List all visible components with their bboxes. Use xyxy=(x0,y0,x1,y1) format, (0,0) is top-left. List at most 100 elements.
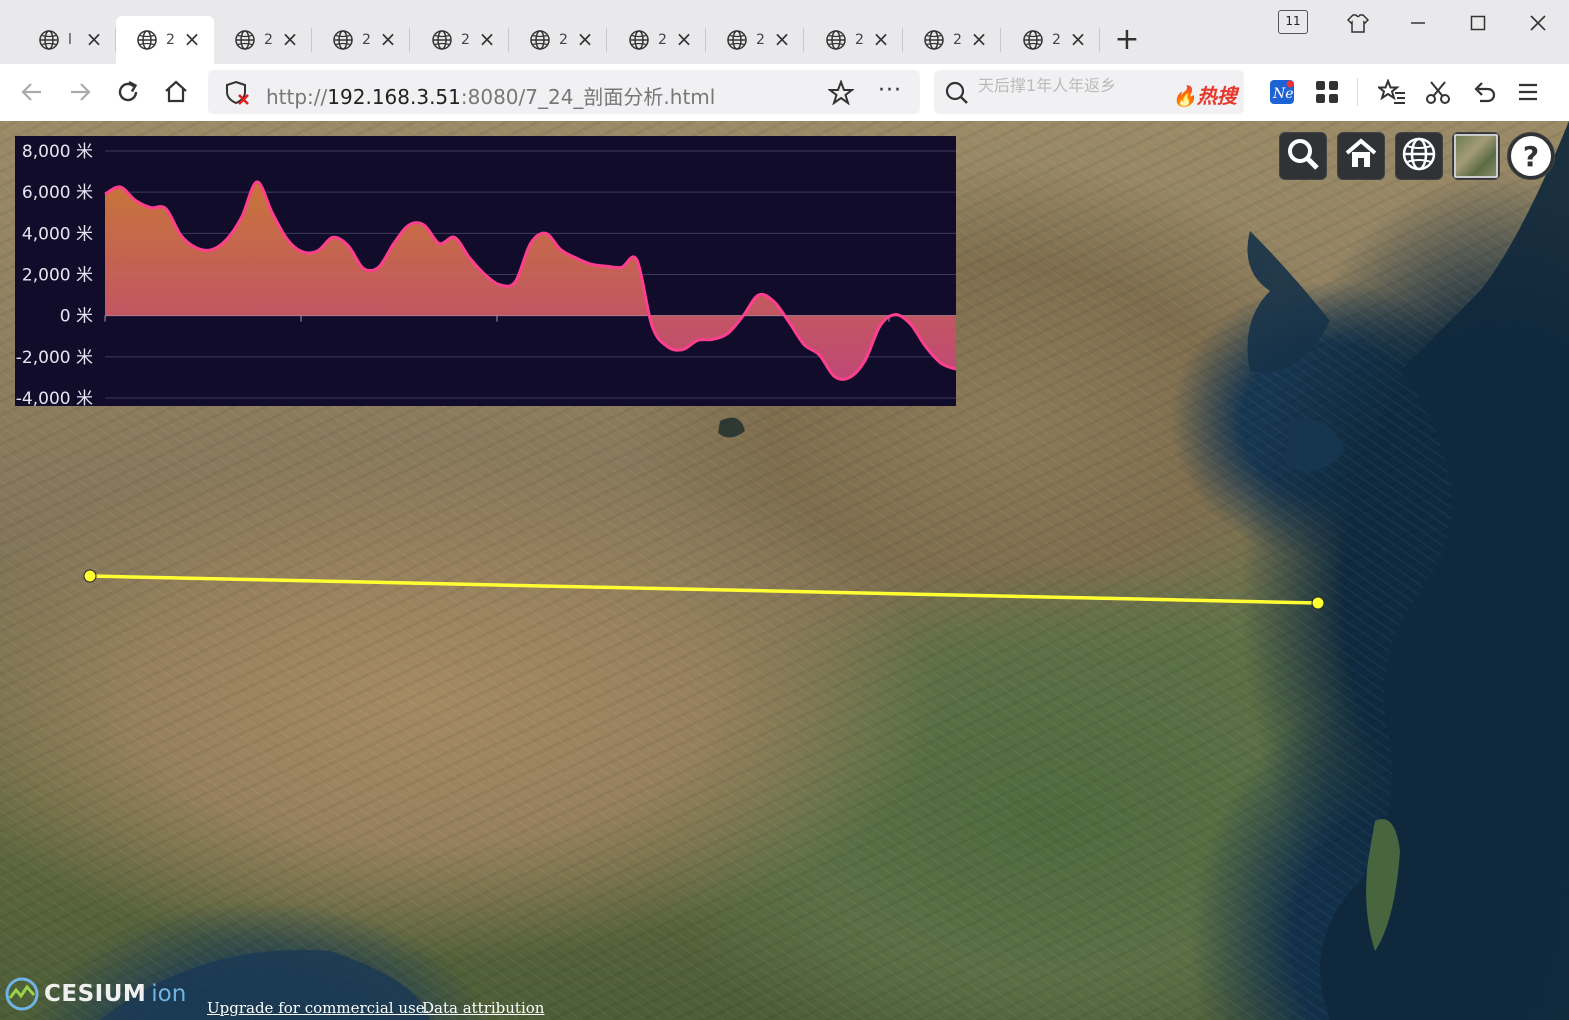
screenshot-scissors-icon[interactable] xyxy=(1422,76,1454,108)
elevation-point[interactable] xyxy=(878,324,882,328)
elevation-point[interactable] xyxy=(756,293,760,297)
elevation-point[interactable] xyxy=(437,242,441,246)
home-view-button[interactable] xyxy=(1337,132,1385,180)
elevation-point[interactable] xyxy=(863,359,867,363)
elevation-point[interactable] xyxy=(118,185,122,189)
elevation-point[interactable] xyxy=(179,233,183,237)
elevation-point[interactable] xyxy=(407,223,411,227)
elevation-point[interactable] xyxy=(544,231,548,235)
url-text[interactable]: http://192.168.3.51:8080/7_24_剖面分析.html xyxy=(266,81,715,110)
skin-icon[interactable] xyxy=(1342,8,1374,38)
elevation-point[interactable] xyxy=(802,343,806,347)
elevation-point[interactable] xyxy=(240,215,244,219)
elevation-point[interactable] xyxy=(209,248,213,252)
elevation-point[interactable] xyxy=(711,337,715,341)
elevation-point[interactable] xyxy=(924,345,928,349)
close-tab-icon[interactable]: × xyxy=(674,29,694,49)
close-tab-icon[interactable]: × xyxy=(969,29,989,49)
close-tab-icon[interactable]: × xyxy=(772,29,792,49)
back-button[interactable] xyxy=(16,76,48,108)
browser-tab[interactable]: 2 × xyxy=(608,16,706,64)
elevation-point[interactable] xyxy=(939,361,943,365)
browser-tab[interactable]: l × xyxy=(18,16,116,64)
profile-end-point[interactable] xyxy=(1311,596,1325,610)
elevation-point[interactable] xyxy=(848,375,852,379)
elevation-point[interactable] xyxy=(453,235,457,239)
close-window-icon[interactable] xyxy=(1522,8,1554,38)
elevation-point[interactable] xyxy=(681,348,685,352)
elevation-point[interactable] xyxy=(392,242,396,246)
elevation-point[interactable] xyxy=(316,249,320,253)
browser-tab[interactable]: 2 × xyxy=(706,16,804,64)
apps-grid-icon[interactable] xyxy=(1311,76,1343,108)
close-tab-icon[interactable]: × xyxy=(378,29,398,49)
minimize-icon[interactable] xyxy=(1402,8,1434,38)
elevation-point[interactable] xyxy=(149,206,153,210)
reload-button[interactable] xyxy=(112,76,144,108)
browser-tab[interactable]: 2 × xyxy=(411,16,509,64)
elevation-point[interactable] xyxy=(483,273,487,277)
elevation-point[interactable] xyxy=(255,180,259,184)
elevation-point[interactable] xyxy=(635,258,639,262)
close-tab-icon[interactable]: × xyxy=(84,29,104,49)
browser-tab[interactable]: 2 × xyxy=(312,16,410,64)
elevation-point[interactable] xyxy=(468,256,472,260)
elevation-point[interactable] xyxy=(194,246,198,250)
elevation-point[interactable] xyxy=(164,207,168,211)
elevation-point[interactable] xyxy=(696,338,700,342)
cesium-ion-logo[interactable]: CESIUM ion xyxy=(4,976,186,1012)
elevation-point[interactable] xyxy=(513,280,517,284)
elevation-point[interactable] xyxy=(498,283,502,287)
profile-start-point[interactable] xyxy=(83,569,97,583)
more-actions-icon[interactable]: ··· xyxy=(878,78,902,103)
insecure-shield-icon[interactable] xyxy=(224,80,250,110)
elevation-point[interactable] xyxy=(285,238,289,242)
elevation-point[interactable] xyxy=(331,235,335,239)
data-attribution-link[interactable]: Data attribution xyxy=(422,999,544,1017)
browser-tab[interactable]: 2 × xyxy=(903,16,1001,64)
browser-tab[interactable]: 2 × xyxy=(214,16,312,64)
elevation-point[interactable] xyxy=(620,265,624,269)
hot-search-label[interactable]: 🔥热搜 xyxy=(1172,80,1237,109)
elevation-point[interactable] xyxy=(665,345,669,349)
close-tab-icon[interactable]: × xyxy=(182,29,202,49)
elevation-point[interactable] xyxy=(893,313,897,317)
navigation-help-button[interactable]: ? xyxy=(1507,132,1555,180)
elevation-point[interactable] xyxy=(559,248,563,252)
elevation-point[interactable] xyxy=(361,266,365,270)
elevation-point[interactable] xyxy=(422,223,426,227)
menu-icon[interactable] xyxy=(1512,76,1544,108)
elevation-point[interactable] xyxy=(787,320,791,324)
elevation-point[interactable] xyxy=(574,256,578,260)
address-bar[interactable]: http://192.168.3.51:8080/7_24_剖面分析.html … xyxy=(208,70,920,114)
elevation-point[interactable] xyxy=(589,262,593,266)
browser-tab[interactable]: 2 × xyxy=(805,16,903,64)
elevation-point[interactable] xyxy=(270,211,274,215)
close-tab-icon[interactable]: × xyxy=(477,29,497,49)
undo-close-tab-icon[interactable] xyxy=(1468,76,1500,108)
close-tab-icon[interactable]: × xyxy=(871,29,891,49)
upgrade-link[interactable]: Upgrade for commercial use. xyxy=(207,999,429,1017)
favorites-icon[interactable] xyxy=(1376,76,1408,108)
search-box[interactable]: 天后撑1年人年返乡 🔥热搜 xyxy=(934,70,1244,114)
home-button[interactable] xyxy=(160,76,192,108)
maximize-icon[interactable] xyxy=(1462,8,1494,38)
elevation-point[interactable] xyxy=(103,192,107,196)
elevation-point[interactable] xyxy=(133,198,137,202)
elevation-point[interactable] xyxy=(301,250,305,254)
geocoder-search-button[interactable] xyxy=(1279,132,1327,180)
extension-ne-icon[interactable]: Ne xyxy=(1266,76,1298,108)
close-tab-icon[interactable]: × xyxy=(575,29,595,49)
scene-mode-button[interactable] xyxy=(1395,132,1443,180)
tab-count-badge[interactable]: 11 xyxy=(1278,10,1308,34)
elevation-point[interactable] xyxy=(832,374,836,378)
browser-tab[interactable]: 2 × xyxy=(509,16,607,64)
browser-tab[interactable]: 2 × xyxy=(1002,16,1100,64)
elevation-point[interactable] xyxy=(772,299,776,303)
base-layer-picker-button[interactable] xyxy=(1452,132,1500,180)
elevation-point[interactable] xyxy=(817,353,821,357)
elevation-point[interactable] xyxy=(741,314,745,318)
close-tab-icon[interactable]: × xyxy=(280,29,300,49)
new-tab-button[interactable]: + xyxy=(1112,24,1142,56)
browser-tab[interactable]: 2 × xyxy=(116,16,214,64)
